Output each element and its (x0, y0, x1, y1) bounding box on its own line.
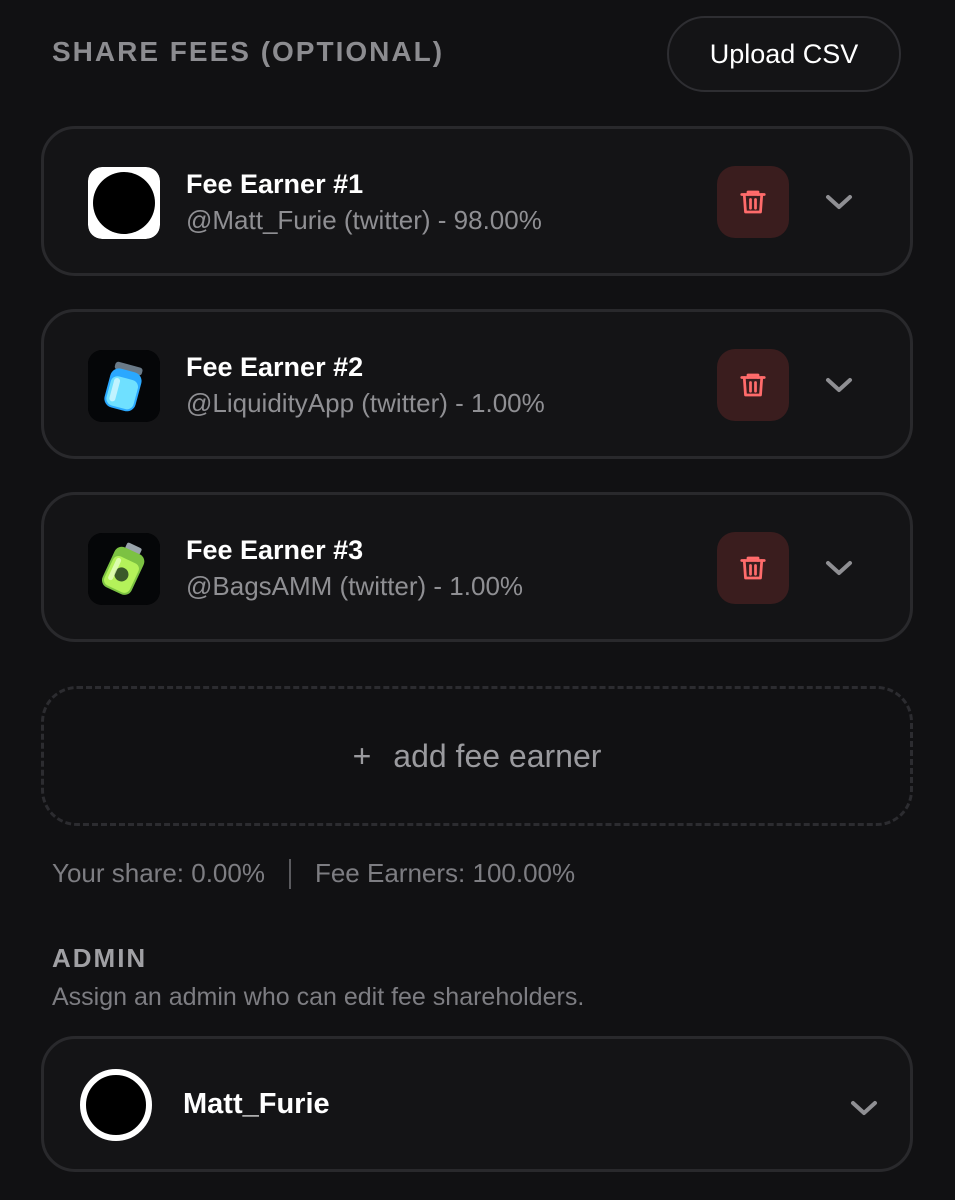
fee-earner-name: Fee Earner #1 (186, 169, 364, 199)
expand-fee-earner-button[interactable] (816, 366, 862, 404)
summary-divider (288, 858, 291, 889)
avatar (80, 1069, 152, 1141)
admin-select-dropdown[interactable]: Matt_Furie (41, 1036, 913, 1172)
admin-title: ADMIN (52, 943, 148, 973)
delete-fee-earner-button[interactable] (717, 532, 789, 604)
fee-earner-card[interactable]: Fee Earner #3 @BagsAMM (twitter) - 1.00% (41, 492, 913, 642)
upload-csv-button[interactable]: Upload CSV (667, 16, 901, 92)
plus-icon: + (352, 737, 372, 774)
chevron-down-icon (826, 195, 852, 209)
add-fee-earner-label: add fee earner (393, 737, 602, 774)
trash-icon (740, 556, 766, 580)
add-fee-earner-button[interactable]: + add fee earner (41, 686, 913, 826)
share-summary: Your share: 0.00% Fee Earners: 100.00% (52, 858, 575, 889)
black-circle-avatar (88, 167, 160, 239)
green-battery-jar-avatar (88, 533, 160, 605)
fee-earner-handle: @LiquidityApp (twitter) - 1.00% (186, 388, 545, 418)
trash-icon (740, 373, 766, 397)
admin-description: Assign an admin who can edit fee shareho… (52, 983, 585, 1011)
fee-earners-total-text: Fee Earners: 100.00% (314, 858, 576, 888)
delete-fee-earner-button[interactable] (717, 349, 789, 421)
chevron-down-icon (826, 378, 852, 392)
share-fees-title: SHARE FEES (OPTIONAL) (52, 36, 445, 67)
fee-earner-card[interactable]: Fee Earner #1 @Matt_Furie (twitter) - 98… (41, 126, 913, 276)
fee-earner-handle: @BagsAMM (twitter) - 1.00% (186, 571, 524, 601)
trash-icon (740, 190, 766, 214)
chevron-down-icon (841, 1089, 887, 1127)
blue-potion-jar-avatar (88, 350, 160, 422)
your-share-text: Your share: 0.00% (52, 858, 265, 888)
fee-earner-handle: @Matt_Furie (twitter) - 98.00% (186, 205, 542, 235)
admin-selected-name: Matt_Furie (183, 1088, 330, 1120)
delete-fee-earner-button[interactable] (717, 166, 789, 238)
expand-fee-earner-button[interactable] (816, 549, 862, 587)
fee-earner-name: Fee Earner #3 (186, 535, 364, 565)
chevron-down-icon (826, 561, 852, 575)
expand-fee-earner-button[interactable] (816, 183, 862, 221)
fee-earner-name: Fee Earner #2 (186, 352, 364, 382)
fee-earner-card[interactable]: Fee Earner #2 @LiquidityApp (twitter) - … (41, 309, 913, 459)
